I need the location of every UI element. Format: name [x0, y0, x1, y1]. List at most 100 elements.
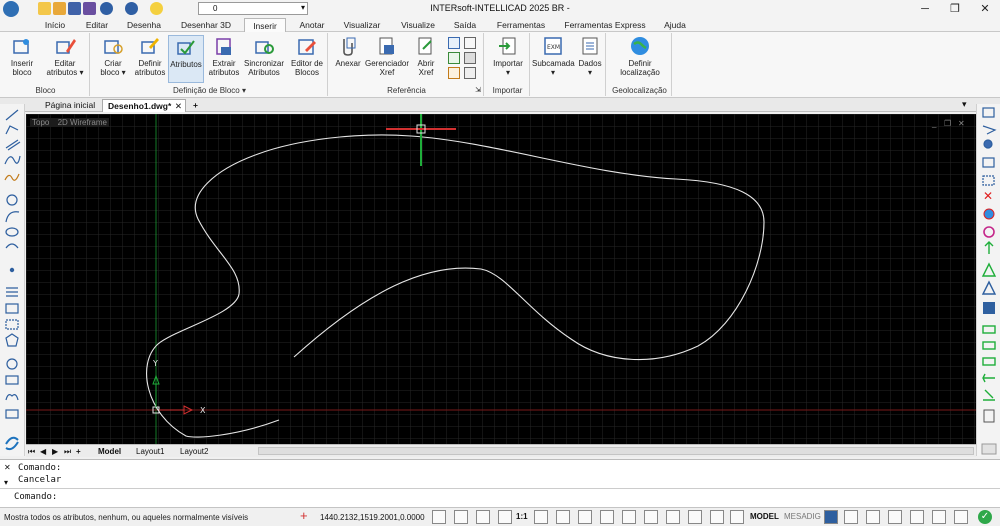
xref-manager-button[interactable]: Gerenciador Xref — [364, 35, 410, 77]
tab-saida[interactable]: Saída — [448, 18, 482, 32]
break-icon[interactable] — [982, 357, 996, 366]
tab-inserir[interactable]: Inserir — [244, 18, 286, 32]
new-tab-button[interactable]: + — [188, 99, 203, 112]
tab-desenha[interactable]: Desenha — [122, 18, 166, 32]
toolbar-lock-icon[interactable] — [866, 510, 880, 524]
clean-screen-icon[interactable] — [932, 510, 946, 524]
annotation-scale[interactable]: 1:1 — [516, 512, 528, 521]
sublayer-button[interactable]: EXM Subcamada ▾ — [532, 35, 575, 77]
left-tool-icons[interactable] — [0, 104, 25, 456]
close-button[interactable]: ✕ — [970, 0, 1000, 18]
define-attributes-button[interactable]: Definir atributos — [132, 35, 168, 77]
insert-block-button[interactable]: Inserir bloco — [4, 35, 40, 77]
view-name[interactable]: Topo — [32, 118, 49, 127]
quick-props-icon[interactable] — [578, 510, 592, 524]
layout-tab-layout2[interactable]: Layout2 — [180, 446, 208, 457]
polar-icon[interactable] — [666, 510, 680, 524]
stretch-icon[interactable] — [981, 280, 997, 295]
help-icon[interactable] — [454, 510, 468, 524]
layout-tab-model[interactable]: Model — [98, 446, 121, 457]
last-layout-button[interactable]: ⏭ — [64, 446, 71, 457]
tab-visualizar[interactable]: Visualizar — [336, 18, 388, 32]
maximize-button[interactable]: ❐ — [940, 0, 970, 18]
tablet-toggle[interactable]: MESADIG — [784, 512, 821, 521]
hardware-accel-icon[interactable] — [888, 510, 902, 524]
array-grid-icon[interactable] — [983, 302, 995, 314]
orbit-icon[interactable] — [983, 208, 995, 220]
model-space[interactable]: Y X _ ❐ ✕ — [26, 114, 976, 444]
edit-reference-icon[interactable] — [448, 67, 460, 79]
snap-icon[interactable] — [432, 510, 446, 524]
customize-icon[interactable] — [954, 510, 968, 524]
workspace-icon[interactable] — [844, 510, 858, 524]
lineweight-icon[interactable] — [730, 510, 744, 524]
coordinate-display[interactable]: 1440.2132,1519.2001,0.0000 — [320, 513, 425, 522]
scroll-down-button[interactable] — [981, 443, 997, 455]
grid-icon[interactable] — [600, 510, 614, 524]
first-layout-button[interactable]: ⏮ — [28, 446, 35, 457]
visual-style[interactable]: 2D Wireframe — [58, 118, 107, 127]
set-location-button[interactable]: Definir localização — [610, 35, 670, 77]
sync-attributes-button[interactable]: Sincronizar Atributos — [242, 35, 286, 77]
delete-icon[interactable]: ✕ — [983, 189, 993, 203]
tab-inicio[interactable]: Início — [36, 18, 74, 32]
add-layout-button[interactable]: + — [76, 446, 81, 457]
restore-viewport-icon[interactable]: ❐ — [944, 119, 951, 128]
explode-icon[interactable] — [983, 409, 995, 423]
doc-tab-drawing[interactable]: Desenho1.dwg* ✕ — [102, 99, 186, 112]
etrack-icon[interactable] — [710, 510, 724, 524]
viewport-label[interactable]: Topo 2D Wireframe — [30, 118, 109, 127]
auto-scale-icon[interactable] — [534, 510, 548, 524]
drawing-canvas[interactable]: Y X _ ❐ ✕ Topo 2D Wireframe — [26, 114, 976, 444]
import-button[interactable]: Importar ▾ — [488, 35, 528, 77]
frame-icon[interactable] — [464, 37, 476, 49]
close-tab-icon[interactable]: ✕ — [175, 100, 182, 112]
trim-icon[interactable] — [982, 325, 996, 334]
block-editor-button[interactable]: Editor de Blocos — [288, 35, 326, 77]
tab-editar[interactable]: Editar — [78, 18, 116, 32]
data-button[interactable]: Dados ▾ — [576, 35, 604, 77]
prev-layout-button[interactable]: ◀ — [40, 446, 46, 457]
scale-icon[interactable] — [981, 262, 997, 277]
edit-attributes-button[interactable]: Editar atributos ▾ — [42, 35, 88, 77]
create-block-button[interactable]: Criar bloco ▾ — [94, 35, 132, 77]
tab-desenhar-3d[interactable]: Desenhar 3D — [172, 18, 240, 32]
attributes-button[interactable]: Atributos — [168, 35, 204, 83]
extract-attributes-button[interactable]: Extrair atributos — [206, 35, 242, 77]
dialog-launcher-icon[interactable]: ⇲ — [475, 86, 481, 94]
model-toggle[interactable]: MODEL — [750, 512, 779, 521]
esnap-icon[interactable] — [688, 510, 702, 524]
right-tool-icons[interactable]: ✕ — [977, 104, 1000, 456]
attach-button[interactable]: Anexar — [332, 35, 364, 68]
tab-ajuda[interactable]: Ajuda — [656, 18, 694, 32]
minimize-viewport-icon[interactable]: _ — [931, 119, 937, 128]
layers-ref-icon[interactable] — [464, 67, 476, 79]
dynamic-input-icon[interactable] — [476, 510, 490, 524]
next-layout-button[interactable]: ▶ — [52, 446, 58, 457]
minimize-button[interactable]: ─ — [910, 0, 940, 18]
tab-visualize[interactable]: Visualize — [394, 18, 442, 32]
bind-icon[interactable] — [448, 52, 460, 64]
tab-list-chevron-icon[interactable]: ▾ — [962, 99, 967, 110]
layout-tab-layout1[interactable]: Layout1 — [136, 446, 164, 457]
tab-anotar[interactable]: Anotar — [292, 18, 332, 32]
annotation-icon[interactable] — [498, 510, 512, 524]
tab-ferramentas-express[interactable]: Ferramentas Express — [560, 18, 650, 32]
horizontal-scrollbar[interactable] — [258, 447, 974, 455]
isolate-icon[interactable] — [910, 510, 924, 524]
chamfer-icon[interactable] — [983, 389, 995, 401]
open-xref-button[interactable]: Abrir Xref — [412, 35, 440, 77]
doc-tab-home[interactable]: Página inicial — [40, 99, 100, 112]
snap-mode-icon[interactable] — [622, 510, 636, 524]
close-command-icon[interactable]: ✕ — [4, 463, 11, 472]
tab-ferramentas[interactable]: Ferramentas — [490, 18, 552, 32]
mirror-icon[interactable] — [984, 241, 994, 254]
lock-ui-icon[interactable] — [556, 510, 570, 524]
join-icon[interactable] — [982, 373, 995, 383]
command-prompt[interactable]: Comando: — [14, 492, 57, 502]
clip-icon[interactable] — [448, 37, 460, 49]
check-status-icon[interactable]: ✓ — [978, 510, 992, 524]
fade-icon[interactable] — [464, 52, 476, 64]
ortho-icon[interactable] — [644, 510, 658, 524]
extend-icon[interactable] — [982, 341, 996, 350]
